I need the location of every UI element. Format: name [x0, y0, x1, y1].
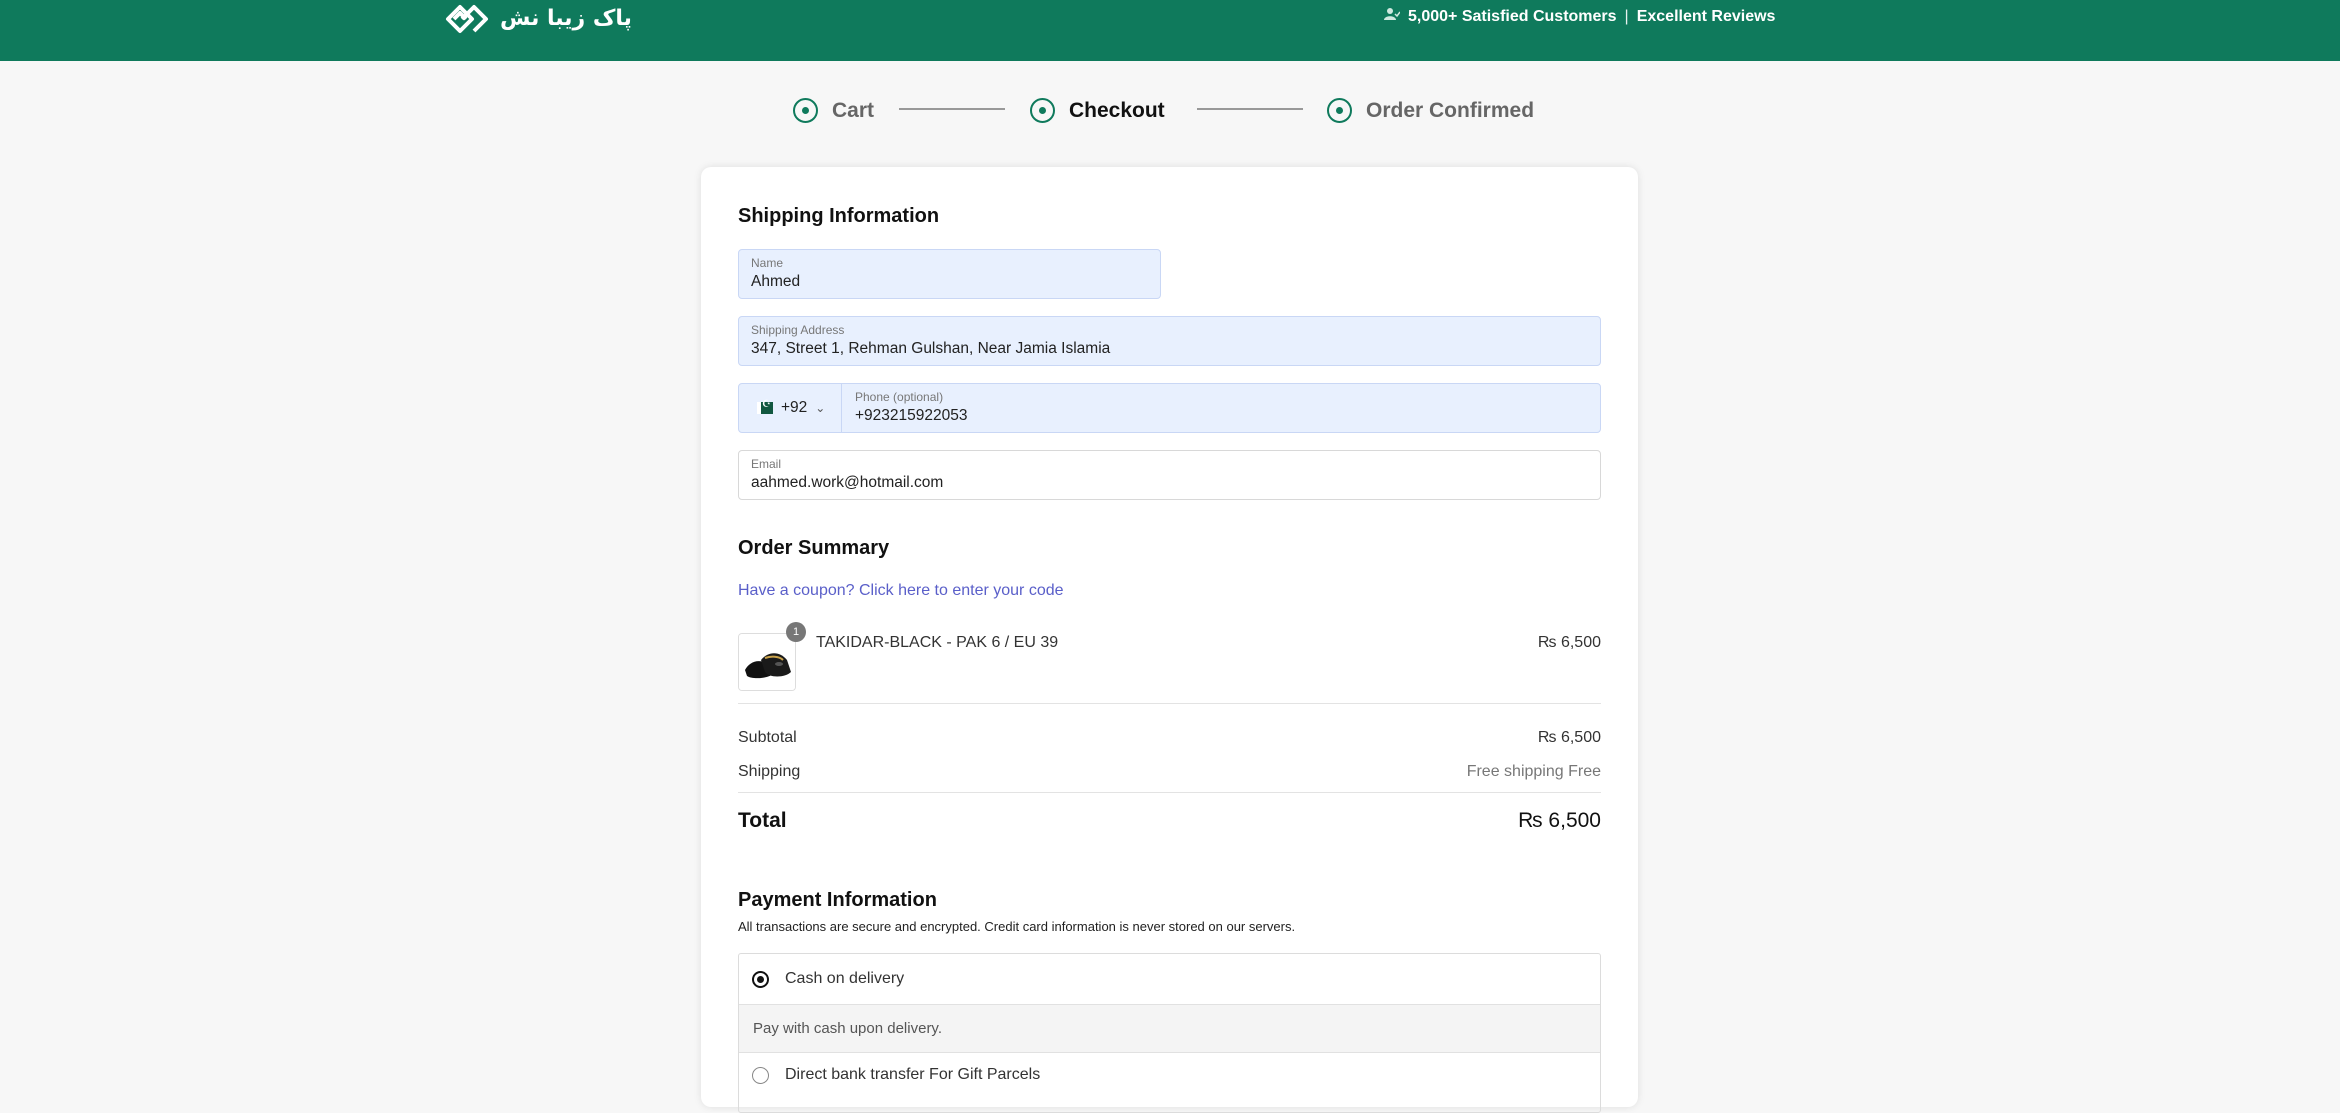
name-field[interactable]: Name Ahmed [738, 249, 1161, 299]
subtotal-value: ₨ 6,500 [1537, 729, 1601, 746]
step-dot-icon [793, 98, 818, 123]
payment-option-description: Pay with cash upon delivery. [739, 1004, 1600, 1053]
order-summary-title: Order Summary [738, 537, 890, 559]
payment-subtitle: All transactions are secure and encrypte… [738, 919, 1296, 934]
phone-value: +923215922053 [855, 407, 968, 424]
logo-text: پاک زیبا نش [500, 5, 632, 31]
step-label: Checkout [1069, 98, 1165, 122]
logo-mark-icon [444, 1, 490, 35]
phone-field: +92 ⌄ Phone (optional) +923215922053 [738, 383, 1601, 433]
shipping-title: Shipping Information [738, 205, 940, 227]
email-label: Email [751, 457, 782, 471]
payment-options: Cash on delivery Pay with cash upon deli… [738, 953, 1601, 1113]
email-field[interactable]: Email aahmed.work@hotmail.com [738, 450, 1601, 500]
reviews-text: Excellent Reviews [1636, 7, 1776, 25]
subtotal-label: Subtotal [738, 729, 797, 746]
name-label: Name [751, 256, 784, 270]
payment-option-cod[interactable]: Cash on delivery [739, 954, 1600, 1004]
step-dot-icon [1327, 98, 1352, 123]
trust-strip: 5,000+ Satisfied Customers | Excellent R… [1384, 7, 1775, 26]
phone-label: Phone (optional) [855, 390, 944, 404]
payment-option-label: Cash on delivery [785, 970, 905, 987]
customers-icon [1384, 7, 1401, 26]
step-dot-icon [1030, 98, 1055, 123]
radio-selected-icon[interactable] [752, 970, 769, 988]
country-code: +92 [781, 399, 808, 416]
top-bar: پاک زیبا نش 5,000+ Satisfied Customers |… [0, 0, 2340, 61]
checkout-steps: Cart Checkout Order Confirmed [0, 98, 2340, 128]
email-value: aahmed.work@hotmail.com [751, 474, 944, 491]
quantity-badge: 1 [786, 622, 806, 642]
step-label: Order Confirmed [1366, 98, 1535, 122]
step-label: Cart [832, 98, 875, 122]
brand-logo[interactable]: پاک زیبا نش [444, 0, 632, 36]
divider [738, 703, 1601, 704]
checkout-card: Shipping Information Name Ahmed Shipping… [701, 167, 1638, 1113]
product-name: TAKIDAR-BLACK - PAK 6 / EU 39 [816, 634, 1059, 651]
radio-unselected-icon[interactable] [752, 1066, 769, 1084]
country-code-select[interactable]: +92 ⌄ [739, 384, 842, 432]
step-order-confirmed: Order Confirmed [1327, 98, 1534, 123]
product-thumbnail [738, 633, 796, 691]
customers-text: 5,000+ Satisfied Customers [1408, 7, 1617, 25]
shipping-label: Shipping [738, 763, 801, 780]
total-value: ₨ 6,500 [1518, 809, 1601, 832]
name-value: Ahmed [751, 273, 801, 290]
product-price: ₨ 6,500 [1537, 634, 1601, 651]
payment-title: Payment Information [738, 889, 937, 911]
total-label: Total [738, 809, 787, 832]
address-field[interactable]: Shipping Address 347, Street 1, Rehman G… [738, 316, 1601, 366]
address-value: 347, Street 1, Rehman Gulshan, Near Jami… [751, 340, 1111, 357]
separator: | [1624, 7, 1629, 25]
step-cart[interactable]: Cart [793, 98, 874, 123]
address-label: Shipping Address [751, 323, 845, 337]
shipping-value: Free shipping Free [1466, 763, 1601, 780]
pakistan-flag-icon [757, 399, 773, 414]
step-connector [1197, 108, 1303, 110]
divider [738, 792, 1601, 793]
step-checkout[interactable]: Checkout [1030, 98, 1165, 123]
coupon-link[interactable]: Have a coupon? Click here to enter your … [738, 582, 1064, 600]
step-connector [899, 108, 1005, 110]
payment-option-bank-transfer[interactable]: Direct bank transfer For Gift Parcels [739, 1053, 1600, 1097]
payment-option-label: Direct bank transfer For Gift Parcels [785, 1066, 1041, 1083]
phone-input[interactable]: Phone (optional) +923215922053 [843, 384, 1600, 432]
chevron-down-icon: ⌄ [815, 401, 826, 415]
